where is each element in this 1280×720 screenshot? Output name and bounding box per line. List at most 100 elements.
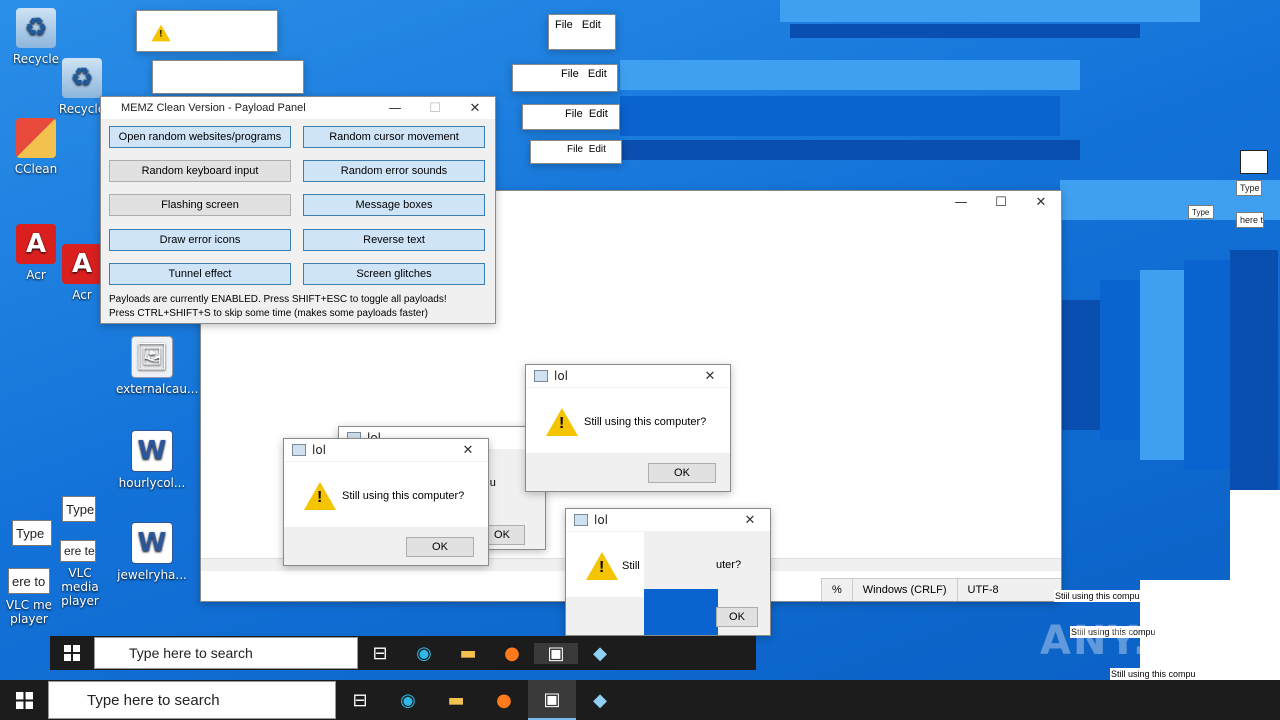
- ok-button[interactable]: OK: [406, 537, 474, 557]
- message-text: Still: [622, 560, 640, 572]
- glitch-search-fragment: Type: [62, 496, 96, 522]
- glitch-band: [620, 140, 1080, 160]
- notepad-statusbar: % Windows (CRLF) UTF-8: [821, 578, 1061, 601]
- close-icon[interactable]: ✕: [690, 365, 730, 387]
- payload-panel-window[interactable]: MEMZ Clean Version - Payload Panel — ☐ ✕…: [100, 96, 496, 324]
- desktop-icon-label: CClean: [14, 162, 58, 176]
- edge-icon[interactable]: ◉: [402, 643, 446, 664]
- desktop-icon-word-document[interactable]: W hourlycol...: [116, 430, 188, 490]
- close-icon[interactable]: ✕: [455, 97, 495, 119]
- message-box-body: ! Still using this computer?: [284, 462, 488, 527]
- message-text: Still using this computer?: [584, 416, 707, 428]
- notepad-icon[interactable]: ◆: [576, 690, 624, 711]
- glitch-column: [1062, 300, 1100, 430]
- task-view-icon[interactable]: ⊟: [358, 643, 402, 664]
- desktop: Type Type here te ♻ Recycle ♻ Recycle CC…: [0, 0, 1280, 720]
- desktop-icon-vlc[interactable]: VLC me player: [0, 598, 58, 626]
- notepad-menu: File Edit: [555, 19, 601, 31]
- payload-button-open-websites[interactable]: Open random websites/programs: [109, 126, 291, 148]
- payload-button-keyboard-input[interactable]: Random keyboard input: [109, 160, 291, 182]
- windows-start-icon[interactable]: [50, 636, 94, 670]
- encoding: UTF-8: [956, 579, 1009, 601]
- minimize-icon[interactable]: —: [375, 97, 415, 119]
- file-explorer-icon[interactable]: ▬: [446, 643, 490, 664]
- menu-edit[interactable]: Edit: [589, 108, 608, 120]
- reversed-text-fragment: Still using this compu: [1110, 668, 1197, 680]
- line-ending: Windows (CRLF): [851, 579, 957, 601]
- ok-button[interactable]: OK: [648, 463, 716, 483]
- minimize-icon[interactable]: —: [941, 191, 981, 213]
- message-box[interactable]: lol ✕ ! Still using this computer? OK: [525, 364, 731, 492]
- payload-button-tunnel-effect[interactable]: Tunnel effect: [109, 263, 291, 285]
- ccleaner-icon: [16, 118, 56, 158]
- payload-button-flashing-screen[interactable]: Flashing screen: [109, 194, 291, 216]
- close-icon[interactable]: ✕: [1021, 191, 1061, 213]
- menu-edit[interactable]: Edit: [582, 19, 601, 31]
- payload-button-error-sounds[interactable]: Random error sounds: [303, 160, 485, 182]
- menu-file[interactable]: File: [565, 108, 583, 120]
- memz-app-icon[interactable]: ▣: [528, 680, 576, 720]
- payload-button-error-icons[interactable]: Draw error icons: [109, 229, 291, 251]
- maximize-icon: ☐: [429, 100, 441, 116]
- glitch-search-fragment: here te: [1236, 212, 1264, 228]
- app-icon: [534, 370, 548, 382]
- close-icon[interactable]: ✕: [448, 439, 488, 461]
- firefox-icon[interactable]: ●: [490, 643, 534, 664]
- payload-panel-titlebar[interactable]: MEMZ Clean Version - Payload Panel — ☐ ✕: [101, 97, 495, 119]
- memz-app-icon[interactable]: ▣: [534, 642, 578, 664]
- menu-edit[interactable]: Edit: [589, 144, 606, 155]
- payload-button-message-boxes[interactable]: Message boxes: [303, 194, 485, 216]
- glitch-column: [1140, 270, 1184, 460]
- glitch-search-fragment: Type: [1236, 180, 1262, 196]
- menu-file[interactable]: File: [561, 68, 579, 80]
- taskbar-search-box[interactable]: Type here to search: [48, 681, 336, 719]
- glitch-column: [1184, 260, 1230, 470]
- menu-file[interactable]: File: [555, 19, 573, 31]
- maximize-icon[interactable]: ☐: [981, 191, 1021, 213]
- taskbar-search-box[interactable]: Type here to search: [94, 637, 358, 669]
- zoom-level: %: [821, 579, 852, 601]
- task-view-icon[interactable]: ⊟: [336, 690, 384, 711]
- desktop-icon-label: externalcau...: [116, 382, 199, 396]
- reversed-text-fragment: Stiil using this compu: [1054, 590, 1141, 602]
- window-controls: — ☐ ✕: [941, 191, 1061, 213]
- recycle-bin-icon: ♻: [62, 58, 102, 98]
- message-box-body: ! Still: [566, 532, 644, 597]
- warning-icon: !: [304, 482, 336, 510]
- message-box-titlebar[interactable]: lol ✕: [566, 509, 770, 531]
- firefox-icon[interactable]: ●: [480, 690, 528, 711]
- payload-status-line: Payloads are currently ENABLED. Press SH…: [109, 294, 447, 305]
- desktop-icon-word-document[interactable]: W jewelryha...: [116, 522, 188, 582]
- close-icon[interactable]: ✕: [730, 509, 770, 531]
- windows-start-icon[interactable]: [0, 680, 48, 720]
- menu-edit[interactable]: Edit: [588, 68, 607, 80]
- payload-button-screen-glitches[interactable]: Screen glitches: [303, 263, 485, 285]
- message-box-body: ! Still using this computer?: [526, 388, 730, 453]
- desktop-icon-label: hourlycol...: [118, 476, 186, 490]
- image-file-icon: 🖼: [131, 336, 173, 378]
- message-box-footer: OK: [284, 527, 488, 565]
- menu-file[interactable]: File: [567, 144, 583, 155]
- message-box-titlebar[interactable]: lol ✕: [284, 439, 488, 461]
- edge-icon[interactable]: ◉: [384, 690, 432, 711]
- message-box-footer: OK: [526, 453, 730, 491]
- desktop-icon-ccleaner[interactable]: CClean: [0, 118, 72, 176]
- message-box[interactable]: lol ✕ ! Still uter? OK: [565, 508, 771, 636]
- warning-icon: !: [546, 408, 578, 436]
- message-box[interactable]: lol ✕ ! Still using this computer? OK: [283, 438, 489, 566]
- app-icon: [292, 444, 306, 456]
- glitch-column: [1230, 250, 1278, 490]
- message-box-titlebar[interactable]: lol ✕: [526, 365, 730, 387]
- payload-button-cursor-movement[interactable]: Random cursor movement: [303, 126, 485, 148]
- desktop-icon-image-file[interactable]: 🖼 externalcau...: [116, 336, 199, 396]
- notepad-icon[interactable]: ◆: [578, 643, 622, 664]
- word-document-icon: W: [131, 522, 173, 564]
- message-box-title: lol: [554, 369, 569, 383]
- glitch-search-fragment: Type: [1188, 205, 1214, 219]
- ok-button[interactable]: OK: [716, 607, 758, 627]
- message-box-title: lol: [594, 513, 609, 527]
- acrobat-icon: A: [62, 244, 102, 284]
- notepad-menu: File Edit: [567, 144, 606, 155]
- file-explorer-icon[interactable]: ▬: [432, 690, 480, 711]
- payload-button-reverse-text[interactable]: Reverse text: [303, 229, 485, 251]
